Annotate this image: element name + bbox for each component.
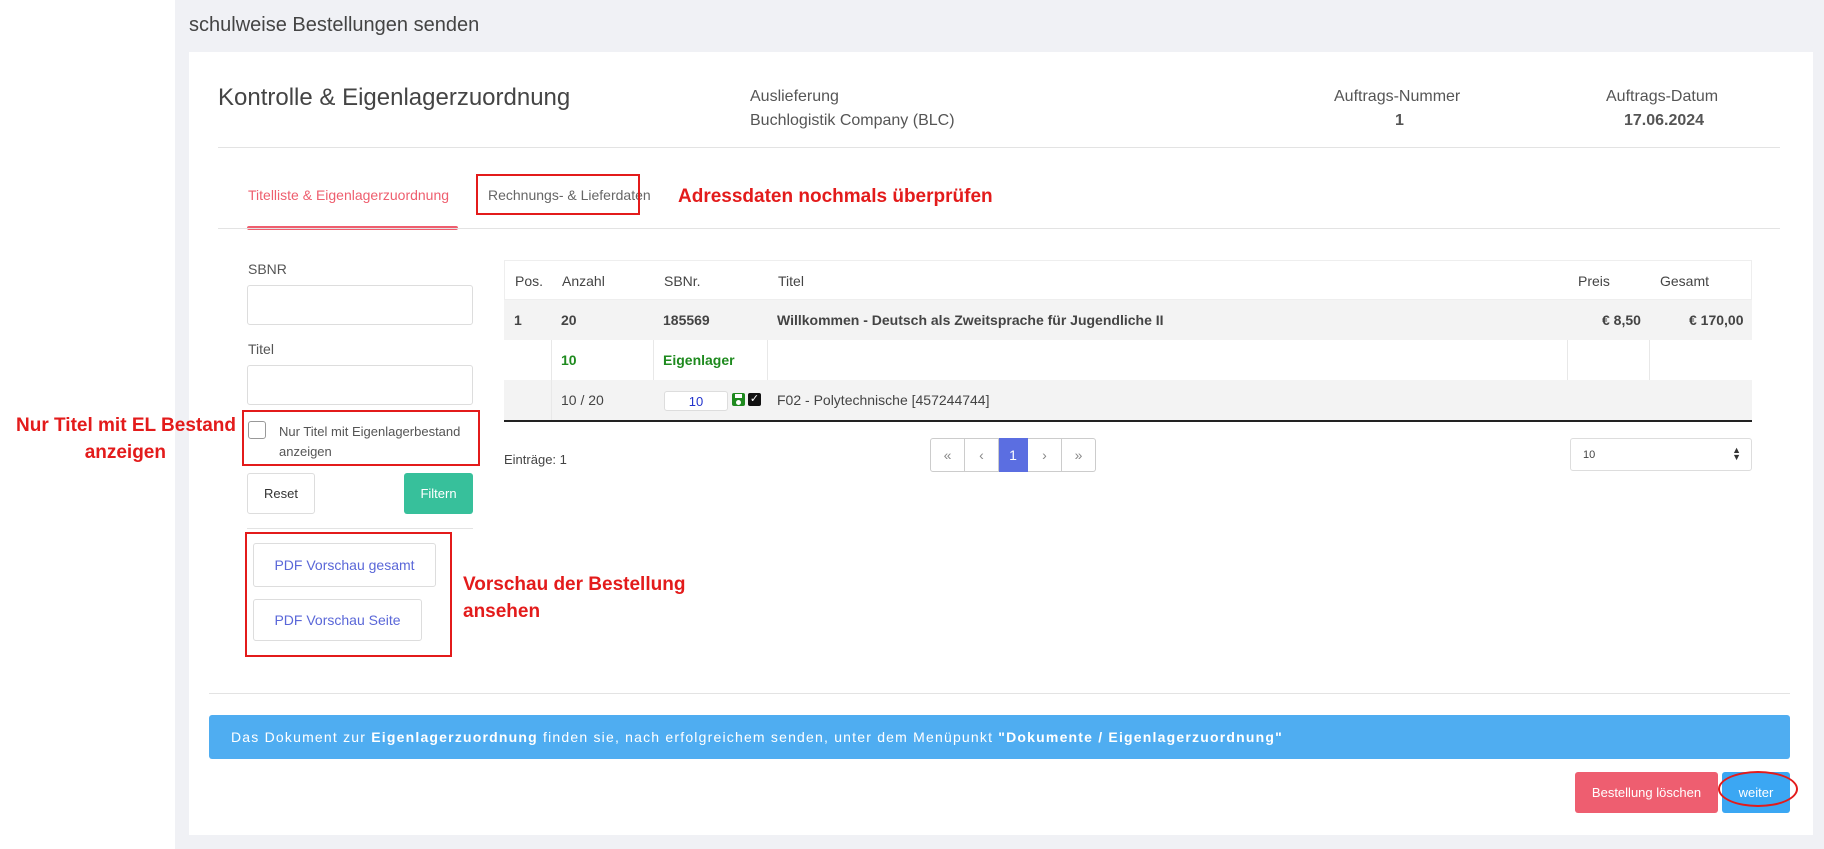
cell-divider [1567,340,1568,380]
row-sbnr: 185569 [663,312,710,328]
allocation-anzahl: 10 / 20 [561,392,604,408]
filter-divider [247,528,473,529]
row-anzahl: 20 [561,312,577,328]
annotation-box-address [476,174,640,215]
reset-button[interactable]: Reset [247,473,315,514]
banner-bold-1: Eigenlagerzuordnung [371,729,538,745]
pagination-current[interactable]: 1 [999,438,1028,472]
order-date-label: Auftrags-Datum [1606,88,1719,105]
delivery-value: Buchlogistik Company (BLC) [750,112,955,129]
order-date-value: 17.06.2024 [1624,112,1705,129]
save-icon[interactable] [732,393,745,406]
annotation-el-bestand: Nur Titel mit EL Bestand anzeigen [16,415,236,463]
annotation-circle-weiter [1718,771,1798,807]
row-titel: Willkommen - Deutsch als Zweitsprache fü… [777,312,1164,328]
cell-divider [653,340,654,380]
col-preis: Preis [1578,273,1610,289]
delivery-label: Auslieferung [750,88,839,105]
order-number-value: 1 [1395,112,1404,129]
annotation-address: Adressdaten nochmals überprüfen [678,186,993,207]
col-titel: Titel [778,273,804,289]
footer-divider [209,693,1790,694]
banner-text-1: Das Dokument zur [231,729,372,745]
section-title: Kontrolle & Eigenlagerzuordnung [218,84,571,111]
tabs-divider [218,228,1780,229]
pagination-prev[interactable]: ‹ [965,438,999,472]
titel-input[interactable] [247,365,473,405]
pagination-first[interactable]: « [930,438,965,472]
page-size-value: 10 [1583,448,1596,461]
col-anzahl: Anzahl [562,273,605,289]
col-gesamt: Gesamt [1660,273,1710,289]
sbnr-label: SBNR [248,261,287,277]
eigenlager-label: Eigenlager [663,352,735,368]
cell-divider [551,340,552,380]
table-row-eigenlager: 10 Eigenlager [504,340,1752,380]
page-title: schulweise Bestellungen senden [189,14,480,36]
annotation-preview: Vorschau der Bestellung ansehen [463,574,686,622]
header-divider [218,147,1780,148]
col-pos: Pos. [515,273,544,289]
sbnr-input[interactable] [247,285,473,325]
info-banner: Das Dokument zur Eigenlagerzuordnung fin… [209,715,1790,759]
pdf-preview-seite-button[interactable]: PDF Vorschau Seite [253,599,422,641]
titel-label: Titel [248,341,274,357]
banner-text-2: finden sie, nach erfolgreichem senden, u… [537,729,999,745]
row-preis: € 8,50 [1602,312,1641,328]
pagination-last[interactable]: » [1062,438,1096,472]
el-bestand-checkbox[interactable] [248,421,266,439]
entries-count: Einträge: 1 [504,452,567,467]
cell-divider [1649,340,1650,380]
cell-divider [551,380,552,420]
page-size-select[interactable]: 10 ▲ ▼ [1570,438,1752,471]
cell-divider [767,340,768,380]
eigenlager-anzahl: 10 [561,352,577,368]
el-bestand-checkbox-label: Nur Titel mit Eigenlagerbestand anzeigen [279,424,461,459]
allocation-titel: F02 - Polytechnische [457244744] [777,392,990,408]
checkbox-checked-icon[interactable]: ✓ [748,393,761,406]
tab-titelliste[interactable]: Titelliste & Eigenlagerzuordnung [248,187,449,203]
banner-bold-2: "Dokumente / Eigenlagerzuordnung" [998,729,1283,745]
row-pos: 1 [514,312,522,328]
pagination: « ‹ 1 › » [930,438,1096,472]
pdf-preview-gesamt-button[interactable]: PDF Vorschau gesamt [253,543,436,587]
table-row-allocation: 10 / 20 ✓ F02 - Polytechnische [45724474… [504,380,1752,422]
order-number-label: Auftrags-Nummer [1334,88,1461,105]
select-arrows-icon: ▲ ▼ [1732,445,1741,462]
table-row: 1 20 185569 Willkommen - Deutsch als Zwe… [504,300,1752,340]
allocation-qty-input[interactable] [664,391,728,411]
table-header: Pos. Anzahl SBNr. Titel Preis Gesamt [504,260,1752,300]
pagination-next[interactable]: › [1028,438,1062,472]
col-sbnr: SBNr. [664,273,701,289]
row-gesamt: € 170,00 [1689,312,1744,328]
delete-order-button[interactable]: Bestellung löschen [1575,772,1718,813]
filter-button[interactable]: Filtern [404,473,473,514]
